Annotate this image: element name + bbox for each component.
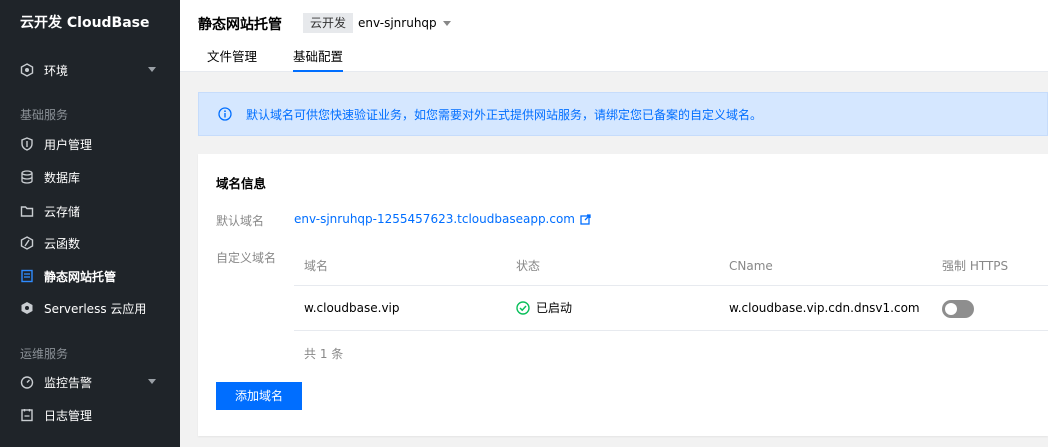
default-domain-label: 默认域名 (216, 214, 265, 228)
notice-text: 默认域名可供您快速验证业务，如您需要对外正式提供网站服务，请绑定您已备案的自定义… (246, 107, 763, 122)
folder-icon (20, 204, 34, 218)
chevron-down-icon (148, 67, 156, 72)
tab-basic-config[interactable]: 基础配置 (293, 46, 344, 72)
sidebar-item-database[interactable]: 数据库 (0, 161, 180, 193)
sidebar-item-monitoring[interactable]: 监控告警 (0, 366, 180, 398)
custom-domain-label: 自定义域名 (216, 251, 277, 265)
chevron-down-icon (442, 20, 451, 26)
column-header-status: 状态 (516, 259, 541, 273)
web-hosting-icon (20, 269, 34, 283)
column-header-force-https: 强制 HTTPS (942, 259, 1009, 273)
sidebar-item-label: 静态网站托管 (44, 269, 117, 284)
info-icon (218, 107, 232, 121)
external-link-icon (580, 213, 591, 225)
sidebar-item-environment[interactable]: 环境 (0, 54, 180, 86)
chevron-down-icon (148, 379, 156, 384)
brand-logo: 云开发 CloudBase (20, 15, 150, 31)
page-title: 静态网站托管 (198, 17, 282, 33)
sidebar-item-label: 云存储 (44, 204, 81, 219)
divider (294, 330, 1048, 331)
env-selector[interactable]: env-sjnruhqp (358, 13, 451, 33)
card-title: 域名信息 (216, 176, 267, 191)
sidebar-item-user-management[interactable]: 用户管理 (0, 128, 180, 160)
sidebar-item-label: 日志管理 (44, 408, 93, 423)
sidebar-item-logs[interactable]: 日志管理 (0, 399, 180, 431)
sidebar-item-label: Serverless 云应用 (44, 301, 147, 316)
sidebar-item-static-hosting[interactable]: 静态网站托管 (0, 260, 180, 292)
check-circle-icon (516, 301, 530, 315)
sidebar-item-label: 环境 (44, 63, 69, 78)
section-ops-services: 运维服务 (20, 347, 69, 361)
sidebar-item-storage[interactable]: 云存储 (0, 195, 180, 227)
sidebar-item-serverless-app[interactable]: Serverless 云应用 (0, 292, 180, 324)
sidebar-item-label: 云函数 (44, 236, 81, 251)
domain-info-card: 域名信息 默认域名 env-sjnruhqp-1255457623.tcloud… (198, 154, 1048, 436)
top-bar: 静态网站托管 云开发 env-sjnruhqp 文件管理 基础配置 (180, 0, 1048, 72)
default-domain-text: env-sjnruhqp-1255457623.tcloudbaseapp.co… (294, 212, 575, 226)
column-header-cname: CName (729, 259, 773, 273)
info-notice: 默认域名可供您快速验证业务，如您需要对外正式提供网站服务，请绑定您已备案的自定义… (198, 92, 1048, 136)
function-icon (20, 236, 34, 250)
add-domain-button[interactable]: 添加域名 (216, 382, 302, 410)
force-https-toggle[interactable] (942, 300, 974, 318)
env-chip: 云开发 (303, 13, 354, 33)
environment-icon (20, 63, 34, 77)
log-icon (20, 408, 34, 422)
tab-file-management[interactable]: 文件管理 (207, 46, 257, 72)
main-content: 静态网站托管 云开发 env-sjnruhqp 文件管理 基础配置 默认域名可供… (180, 0, 1048, 447)
divider (294, 285, 1048, 286)
database-icon (20, 170, 34, 184)
table-total: 共 1 条 (304, 347, 344, 361)
monitor-icon (20, 375, 34, 389)
hexagon-icon (20, 301, 34, 315)
status-text: 已启动 (536, 301, 573, 315)
shield-icon (20, 137, 34, 151)
section-basic-services: 基础服务 (20, 108, 69, 122)
cell-domain: w.cloudbase.vip (304, 301, 400, 315)
default-domain-link[interactable]: env-sjnruhqp-1255457623.tcloudbaseapp.co… (294, 212, 591, 226)
sidebar-item-label: 监控告警 (44, 375, 93, 390)
env-name: env-sjnruhqp (358, 16, 437, 30)
cell-cname: w.cloudbase.vip.cdn.dnsv1.com (729, 301, 920, 315)
sidebar-item-functions[interactable]: 云函数 (0, 227, 180, 259)
column-header-domain: 域名 (304, 259, 329, 273)
sidebar-item-label: 用户管理 (44, 137, 93, 152)
toggle-knob (945, 303, 957, 315)
cell-status: 已启动 (516, 286, 572, 330)
sidebar: 云开发 CloudBase 环境 基础服务 用户管理 数据库 云存储 云函数 静… (0, 0, 180, 447)
sidebar-item-label: 数据库 (44, 170, 81, 185)
